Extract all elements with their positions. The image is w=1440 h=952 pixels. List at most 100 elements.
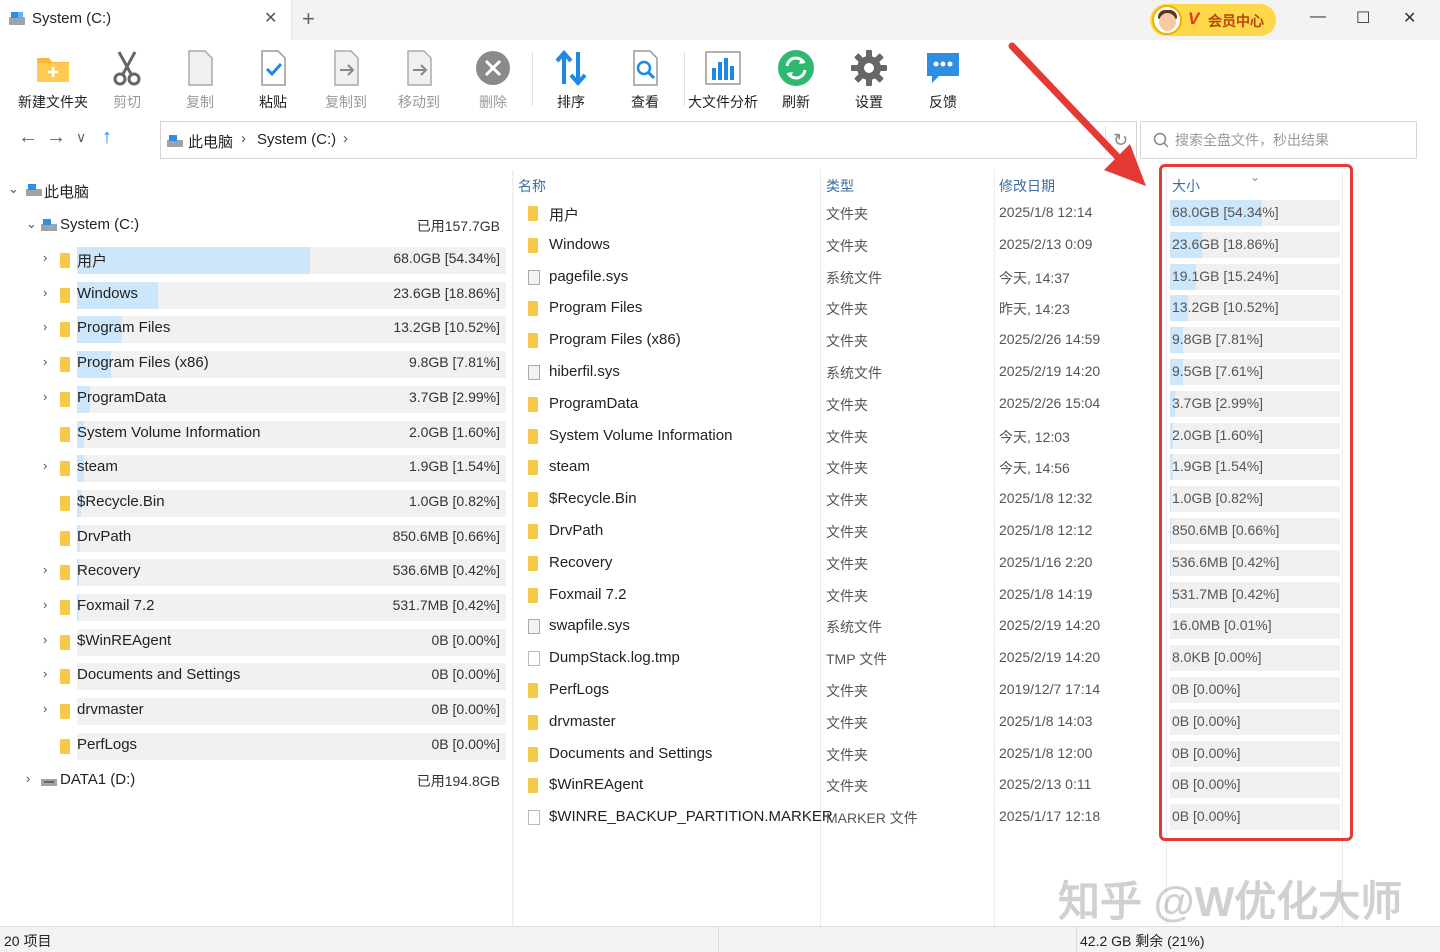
chevron-right-icon[interactable]: › <box>43 632 47 647</box>
list-item[interactable]: PerfLogs 文件夹 2019/12/7 17:14 0B [0.00%] <box>514 673 1440 705</box>
large-file-analysis-button[interactable]: 大文件分析 <box>686 48 760 112</box>
scissors-icon <box>113 51 141 86</box>
list-item[interactable]: Foxmail 7.2 文件夹 2025/1/8 14:19 531.7MB [0.4… <box>514 578 1440 610</box>
paste-button[interactable]: 粘贴 <box>236 48 310 112</box>
list-item[interactable]: Recovery 文件夹 2025/1/16 2:20 536.6MB [0.42%] <box>514 546 1440 578</box>
list-item[interactable]: Program Files 文件夹 昨天, 14:23 13.2GB [10.52%] <box>514 291 1440 323</box>
close-window-icon[interactable]: ✕ <box>1403 8 1416 28</box>
list-item[interactable]: drvmaster 文件夹 2025/1/8 14:03 0B [0.00%] <box>514 705 1440 737</box>
folder-icon <box>60 565 70 581</box>
chevron-right-icon[interactable]: › <box>43 354 47 369</box>
tree-item[interactable]: › Program Files (x86) 9.8GB [7.81%] <box>0 348 512 379</box>
copy-to-button[interactable]: 复制到 <box>309 48 383 112</box>
tree-item-drive-c[interactable]: ⌄ System (C:) 已用157.7GB <box>0 210 512 240</box>
column-header-size[interactable]: 大小 <box>1172 176 1200 196</box>
chevron-right-icon[interactable]: › <box>43 597 47 612</box>
move-to-button[interactable]: 移动到 <box>382 48 456 112</box>
list-item[interactable]: Windows 文件夹 2025/2/13 0:09 23.6GB [18.86%] <box>514 228 1440 260</box>
column-header-type[interactable]: 类型 <box>826 176 854 196</box>
file-type: 系统文件 <box>826 619 882 636</box>
new-folder-button[interactable]: 新建文件夹 <box>16 48 90 112</box>
chevron-right-icon[interactable]: › <box>43 666 47 681</box>
chevron-right-icon[interactable]: › <box>43 250 47 265</box>
chevron-right-icon[interactable]: › <box>43 319 47 334</box>
breadcrumb-this-pc[interactable]: 此电脑 <box>188 131 233 152</box>
list-item[interactable]: DrvPath 文件夹 2025/1/8 12:12 850.6MB [0.66%] <box>514 514 1440 546</box>
list-item[interactable]: $WinREAgent 文件夹 2025/2/13 0:11 0B [0.00%] <box>514 768 1440 800</box>
list-item[interactable]: DumpStack.log.tmp TMP 文件 2025/2/19 14:20 8.… <box>514 641 1440 673</box>
list-item[interactable]: ProgramData 文件夹 2025/2/26 15:04 3.7GB [2.99… <box>514 387 1440 419</box>
forward-arrow-icon[interactable]: → <box>46 126 66 149</box>
list-item[interactable]: $Recycle.Bin 文件夹 2025/1/8 12:32 1.0GB [0.82… <box>514 482 1440 514</box>
tree-item-drive-d[interactable]: › DATA1 (D:) 已用194.8GB <box>0 765 512 795</box>
history-chevron-down-icon[interactable]: ∨ <box>76 129 86 146</box>
chevron-right-icon[interactable]: › <box>43 389 47 404</box>
chevron-right-icon[interactable]: › <box>43 458 47 473</box>
tree-item[interactable]: › Windows 23.6GB [18.86%] <box>0 279 512 309</box>
gear-icon <box>851 50 887 86</box>
breadcrumb-chevron-icon[interactable]: › <box>343 130 348 147</box>
folder-icon <box>60 357 70 373</box>
tree-item[interactable]: › steam 1.9GB [1.54%] <box>0 452 512 483</box>
chevron-right-icon[interactable]: › <box>43 285 47 300</box>
feedback-button[interactable]: 反馈 <box>906 48 980 112</box>
file-type: 系统文件 <box>826 269 882 286</box>
column-header-name[interactable]: 名称 <box>518 176 546 196</box>
tree-item[interactable]: PerfLogs 0B [0.00%] <box>0 730 512 760</box>
list-item[interactable]: Program Files (x86) 文件夹 2025/2/26 14:59 9.8… <box>514 323 1440 355</box>
list-item[interactable]: 用户 文件夹 2025/1/8 12:14 68.0GB [54.34%] <box>514 196 1440 228</box>
tree-item[interactable]: System Volume Information 2.0GB [1.60%] <box>0 418 512 448</box>
file-name: steam <box>549 458 590 476</box>
sort-button[interactable]: 排序 <box>534 48 608 112</box>
chevron-right-icon[interactable]: › <box>26 771 30 786</box>
search-box[interactable] <box>1140 121 1417 159</box>
list-item[interactable]: System Volume Information 文件夹 今天, 12:03 2.0… <box>514 419 1440 451</box>
tree-item[interactable]: › $WinREAgent 0B [0.00%] <box>0 626 512 656</box>
tree-item[interactable]: › Foxmail 7.2 531.7MB [0.42%] <box>0 591 512 621</box>
settings-button[interactable]: 设置 <box>832 48 906 112</box>
list-item[interactable]: Documents and Settings 文件夹 2025/1/8 12:00 0… <box>514 737 1440 769</box>
chevron-down-icon[interactable]: ⌄ <box>26 216 37 232</box>
tree-item[interactable]: › Recovery 536.6MB [0.42%] <box>0 556 512 587</box>
chevron-down-icon[interactable]: ⌄ <box>8 181 19 197</box>
tab-system-c[interactable]: System (C:) ✕ <box>0 0 292 40</box>
list-item[interactable]: hiberfil.sys 系统文件 2025/2/19 14:20 9.5GB [7.… <box>514 355 1440 387</box>
copy-button[interactable]: 复制 <box>163 48 237 112</box>
computer-icon <box>26 184 42 196</box>
tree-item-this-pc[interactable]: ⌄ 此电脑 <box>0 175 512 205</box>
tree-item[interactable]: › ProgramData 3.7GB [2.99%] <box>0 383 512 413</box>
chevron-right-icon[interactable]: › <box>43 562 47 577</box>
back-arrow-icon[interactable]: ← <box>18 126 38 149</box>
cut-button[interactable]: 剪切 <box>90 48 164 112</box>
folder-icon <box>60 426 70 442</box>
tree-item[interactable]: $Recycle.Bin 1.0GB [0.82%] <box>0 487 512 517</box>
list-item[interactable]: steam 文件夹 今天, 14:56 1.9GB [1.54%] <box>514 450 1440 482</box>
delete-button[interactable]: 删除 <box>456 48 530 112</box>
tree-item[interactable]: › drvmaster 0B [0.00%] <box>0 695 512 726</box>
tree-item[interactable]: › Program Files 13.2GB [10.52%] <box>0 313 512 344</box>
tree-item-size: 0B [0.00%] <box>431 735 501 752</box>
chevron-right-icon[interactable]: › <box>43 701 47 716</box>
tree-item[interactable]: › 用户 68.0GB [54.34%] <box>0 244 512 274</box>
list-item[interactable]: pagefile.sys 系统文件 今天, 14:37 19.1GB [15.24%] <box>514 260 1440 292</box>
breadcrumb-system-c[interactable]: System (C:) <box>257 131 336 148</box>
search-input[interactable] <box>1175 129 1411 151</box>
address-refresh-icon[interactable]: ↻ <box>1105 126 1135 154</box>
column-header-date[interactable]: 修改日期 <box>999 176 1055 196</box>
tree-item-size: 3.7GB [2.99%] <box>408 388 500 405</box>
maximize-icon[interactable]: ☐ <box>1356 8 1370 28</box>
tree-item[interactable]: DrvPath 850.6MB [0.66%] <box>0 522 512 552</box>
address-bar[interactable]: 此电脑 › System (C:) › ↻ <box>160 121 1137 159</box>
up-arrow-icon[interactable]: ↑ <box>102 126 112 149</box>
vip-center-button[interactable]: V 会员中心 <box>1150 4 1276 36</box>
view-button[interactable]: 查看 <box>608 48 682 112</box>
tree-item[interactable]: › Documents and Settings 0B [0.00%] <box>0 660 512 691</box>
file-date: 2025/2/19 14:20 <box>999 649 1101 666</box>
new-tab-icon[interactable]: + <box>302 6 315 32</box>
breadcrumb-chevron-icon[interactable]: › <box>241 130 246 147</box>
list-item[interactable]: $WINRE_BACKUP_PARTITION.MARKER MARKER 文件 2… <box>514 800 1440 832</box>
refresh-button[interactable]: 刷新 <box>759 48 833 112</box>
list-item[interactable]: swapfile.sys 系统文件 2025/2/19 14:20 16.0MB [0… <box>514 609 1440 641</box>
close-tab-icon[interactable]: ✕ <box>264 8 277 28</box>
minimize-icon[interactable]: — <box>1310 8 1326 26</box>
